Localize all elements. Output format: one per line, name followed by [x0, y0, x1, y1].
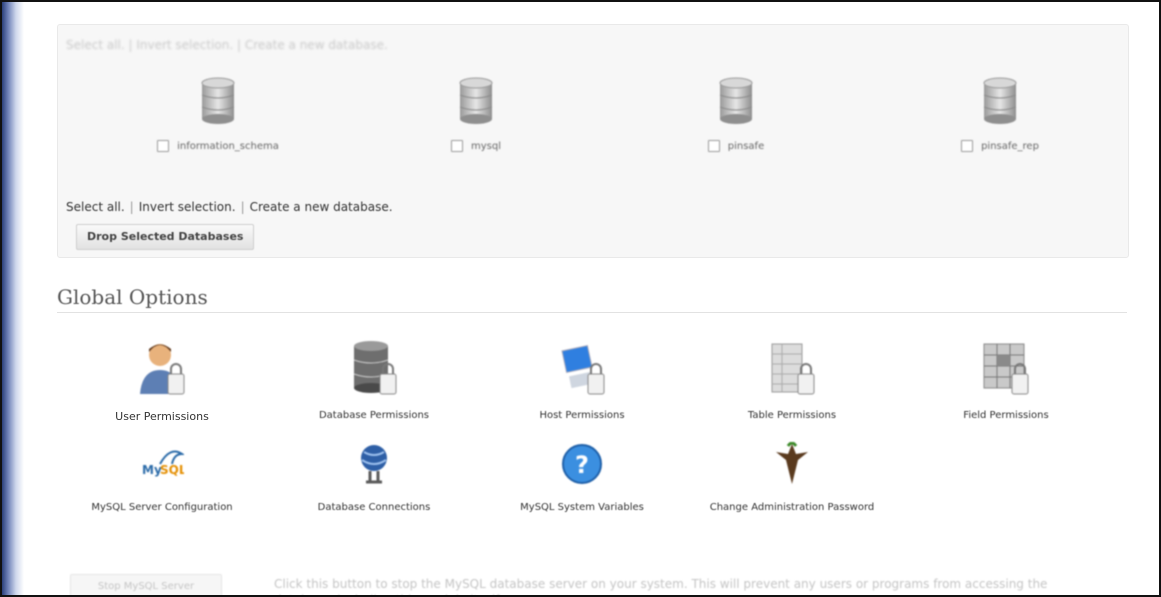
svg-text:SQL: SQL: [160, 463, 184, 477]
database-name: information_schema: [177, 140, 279, 152]
option-label: MySQL System Variables: [520, 502, 644, 513]
option-label: Change Administration Password: [709, 502, 875, 513]
top-selection-links[interactable]: Select all. | Invert selection. | Create…: [66, 38, 388, 52]
option-label: Table Permissions: [747, 410, 837, 421]
section-divider: [57, 312, 1127, 313]
database-checkbox[interactable]: [707, 140, 720, 152]
field-permissions-icon: [983, 343, 1029, 395]
database-checkbox[interactable]: [961, 140, 974, 152]
option-label: Field Permissions: [963, 410, 1049, 421]
invert-selection-link[interactable]: Invert selection.: [139, 200, 236, 214]
drop-selected-databases-button[interactable]: Drop Selected Databases: [76, 224, 255, 250]
database-icon: [719, 77, 753, 124]
host-permissions-icon: [561, 344, 605, 395]
table-permissions-icon: [771, 343, 815, 395]
option-label: Host Permissions: [539, 410, 625, 421]
database-name: mysql: [471, 140, 501, 152]
database-icon: [201, 77, 235, 124]
option-label: Database Permissions: [318, 410, 430, 421]
option-label: Database Connections: [317, 502, 431, 513]
section-title: Global Options: [57, 285, 208, 309]
database-name: pinsafe_rep: [981, 140, 1039, 152]
mysql-logo-icon: My SQL: [142, 450, 184, 477]
option-label: MySQL Server Configuration: [91, 502, 233, 513]
selection-links: Select all. | Invert selection. | Create a n…: [66, 200, 393, 214]
user-permissions-icon: [140, 344, 185, 395]
select-all-link[interactable]: Select all.: [66, 200, 125, 214]
svg-text:My: My: [142, 463, 162, 477]
option-label: User Permissions: [115, 410, 209, 423]
database-checkbox[interactable]: [451, 140, 463, 152]
database-permissions-icon: [353, 341, 397, 395]
database-list-panel: Select all. | Invert selection. | Create…: [57, 24, 1129, 258]
main-content: Select all. | Invert selection. | Create…: [0, 0, 1161, 597]
svg-text:?: ?: [575, 451, 589, 479]
database-connections-icon: [361, 445, 387, 484]
stop-server-description: Click this button to stop the MySQL data…: [274, 577, 1048, 595]
window-edge-shadow: [2, 2, 24, 595]
database-icon: [983, 77, 1017, 124]
database-checkbox[interactable]: [157, 140, 170, 152]
stop-mysql-server-button[interactable]: Stop MySQL Server: [70, 574, 222, 595]
create-database-link[interactable]: Create a new database.: [250, 200, 393, 214]
database-icon: [459, 77, 493, 124]
tree-root-icon: [776, 442, 808, 484]
link-separator: |: [240, 200, 245, 214]
link-separator: |: [129, 200, 134, 214]
help-question-icon: ?: [562, 444, 602, 484]
database-name: pinsafe: [727, 140, 765, 152]
